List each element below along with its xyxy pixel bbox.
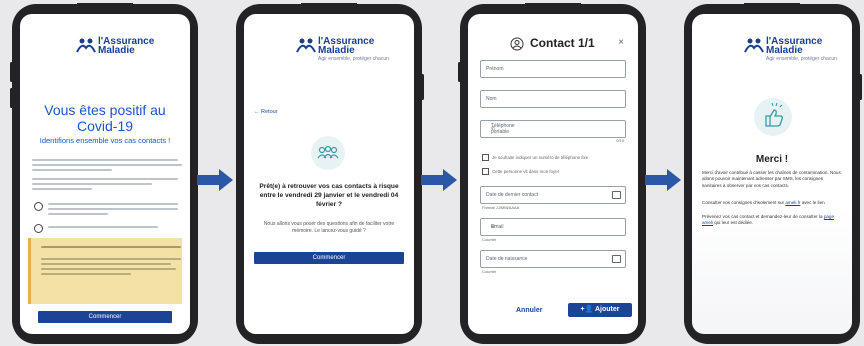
phone-field[interactable]: ✆ Téléphone portable [480,120,626,138]
phone-side-button [421,74,424,100]
first-name-field[interactable]: Prénom [480,60,626,78]
thanks-paragraph-3: Prévenez vos cas contact et demandez-leu… [702,214,835,226]
screen-thanks: l'Assurance Maladie Agir ensemble, proté… [692,14,852,334]
logo-text-line2: Maladie [98,45,135,56]
arrow-left-icon: ← [254,109,260,115]
logo-icon [76,38,96,53]
phone-frame-3: Contact 1/1 × Prénom Nom ✆ Téléphone por… [458,3,646,344]
add-button[interactable]: +👤 Ajouter [568,303,632,317]
page-subtitle: Identifions ensemble vos cas contacts ! [39,136,171,145]
phone-side-button [458,62,461,82]
screen-contact-form: Contact 1/1 × Prénom Nom ✆ Téléphone por… [468,14,638,334]
phone-frame-2: l'Assurance Maladie Agir ensemble, proté… [236,3,424,344]
step-1-icon [34,202,43,211]
phone-side-button [10,62,13,82]
form-title: Contact 1/1 [530,36,595,50]
logo-tagline: Agir ensemble, protéger chacun [766,56,837,62]
back-label: Retour [261,109,278,115]
landline-checkbox-label: Je souhaite indiquer un numéro de téléph… [492,155,589,160]
calendar-icon[interactable] [612,255,621,263]
phone-frame-4: l'Assurance Maladie Agir ensemble, proté… [684,3,862,344]
phone-side-button [10,88,13,108]
date-format-hint: Format JJ/MM/AAAA [482,205,520,210]
contacts-icon [311,136,345,170]
household-checkbox[interactable] [482,168,489,175]
user-icon [510,37,524,51]
assurance-maladie-logo: l'Assurance Maladie [20,36,190,58]
household-checkbox-label: Cette personne vit dans mon foyer [492,169,560,174]
thanks-paragraph-1: Merci d'avoir contribué à casser les cha… [702,170,841,188]
assurance-maladie-logo: l'Assurance Maladie Agir ensemble, proté… [692,36,852,62]
calendar-icon[interactable] [612,191,621,199]
phone-label: Téléphone portable [491,123,515,135]
intro-heading: Prêt(e) à retrouver vos cas contacts à r… [259,183,399,208]
thanks-title: Merci ! [755,154,789,165]
phone-frame-1: l'Assurance Maladie Vous êtes positif au… [10,3,198,344]
add-button-label: Ajouter [595,306,620,313]
screen-intro: l'Assurance Maladie Agir ensemble, proté… [244,14,414,334]
birth-date-hint: Courriel [482,269,497,274]
thanks-paragraph-2: Consulter vos consignes d'isolement sur … [702,200,825,205]
start-button[interactable]: Commencer [38,311,172,323]
back-link[interactable]: ← Retour [254,109,278,115]
logo-icon [296,38,316,53]
logo-tagline: Agir ensemble, protéger chacun [318,56,389,62]
logo-text-line2: Maladie [318,45,355,56]
title-line2: Covid-19 [76,118,134,134]
phone-side-button [859,74,862,100]
screen-welcome: l'Assurance Maladie Vous êtes positif au… [20,14,190,334]
add-user-icon: +👤 [580,306,595,313]
ameli-link[interactable]: ameli.fr [785,200,800,205]
last-name-field[interactable]: Nom [480,90,626,108]
arrow-right-icon [645,169,681,191]
title-line1: Vous êtes positif au [44,102,166,118]
arrow-right-icon [421,169,457,191]
email-field[interactable]: ✉ Email [480,218,626,236]
arrow-right-icon [197,169,233,191]
close-icon[interactable]: × [618,37,624,48]
landline-checkbox[interactable] [482,154,489,161]
info-callout [28,238,182,304]
logo-icon [744,38,764,53]
start-button[interactable]: Commencer [254,252,404,264]
logo-text-line2: Maladie [766,45,803,56]
thumbs-up-icon [754,98,792,136]
email-label: Email [491,224,504,230]
assurance-maladie-logo: l'Assurance Maladie Agir ensemble, proté… [244,36,414,62]
form-header: Contact 1/1 × [468,36,638,54]
last-contact-date-field[interactable]: Date de dernier contact [480,186,626,204]
step-2-icon [34,224,43,233]
email-hint: Courriel [482,237,497,242]
page-title: Vous êtes positif au Covid-19 [20,102,190,134]
intro-body: Nous allons vous poser des questions afi… [263,221,395,234]
cancel-button[interactable]: Annuler [516,307,542,314]
birth-date-field[interactable]: Date de naissance [480,250,626,268]
